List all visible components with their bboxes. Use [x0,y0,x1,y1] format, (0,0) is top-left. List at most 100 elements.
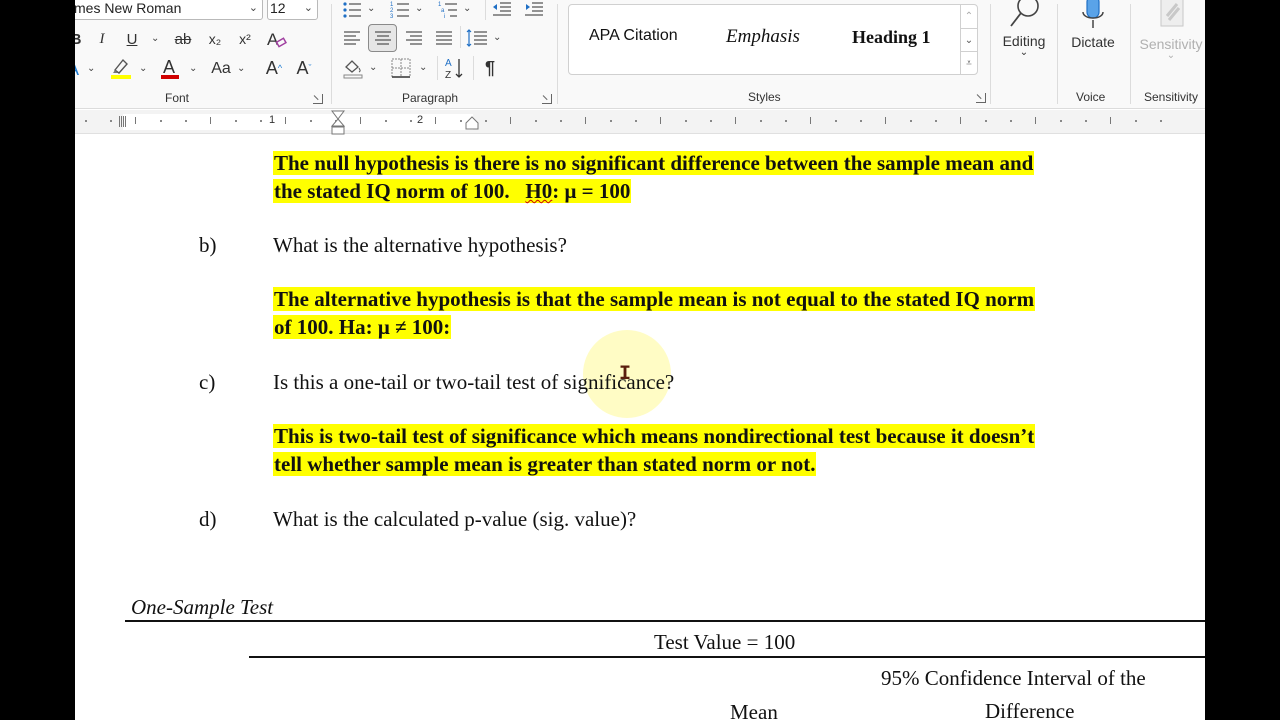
multilevel-list-button[interactable]: 1ai [437,0,459,22]
microphone-icon [1082,0,1104,28]
ruler-tick [535,120,537,122]
right-indent-marker[interactable] [465,116,479,130]
chevron-down-icon[interactable]: ⌄ [189,63,197,74]
align-left-button[interactable] [341,25,363,51]
decrease-indent-button[interactable] [491,0,513,22]
borders-button[interactable] [389,55,413,81]
numbering-button[interactable]: 123 [389,0,411,22]
chevron-down-icon[interactable]: ⌄ [419,62,427,73]
spelling-error[interactable]: H0 [525,179,552,203]
justify-button[interactable] [433,25,455,51]
ruler-number: 2 [417,114,424,126]
font-size-value: 12 [270,0,286,16]
left-margin-marker[interactable] [119,116,126,127]
right-indent-icon [465,116,479,130]
clear-formatting-icon: A [267,30,287,49]
ruler-tick [735,117,736,124]
shrink-font-button[interactable]: Aˇ [293,55,315,81]
strikethrough-button[interactable]: ab [172,26,194,52]
shading-button[interactable] [341,55,365,81]
dictate-button[interactable]: Dictate [1063,0,1123,50]
answer-a-line2: the stated IQ norm of 100. H0: μ = 100 [273,179,632,203]
subscript-button[interactable]: x₂ [205,26,225,52]
chevron-down-icon[interactable]: ⌄ [463,3,471,14]
text-effects-button[interactable]: A [75,56,79,82]
ruler-tick [210,117,211,124]
ruler-tick [310,120,312,122]
highlight-button[interactable] [109,55,133,81]
chevron-down-icon[interactable]: ⌄ [139,63,147,74]
sort-button[interactable]: AZ [443,55,467,81]
answer-c[interactable]: This is two-tail test of significance wh… [273,422,1036,478]
voice-group-label: Voice [1076,90,1106,104]
ruler-tick [235,120,237,122]
font-name-value: mes New Roman [75,0,182,16]
chevron-down-icon[interactable]: ⌄ [151,33,159,44]
increase-indent-button[interactable] [523,0,545,22]
question-b-label: b) [199,233,217,257]
align-center-button[interactable] [368,24,397,52]
paragraph-dialog-launcher[interactable] [542,94,552,104]
ruler-tick [960,117,961,124]
ruler-tick [110,120,112,122]
shading-icon [343,60,363,79]
style-emphasis[interactable]: Emphasis [726,26,800,48]
font-group: mes New Roman ⌄ 12 ⌄ B I U ⌄ ab x₂ x² A … [75,0,329,109]
ruler-tick [910,120,912,122]
bullets-icon [343,2,361,18]
font-color-button[interactable]: A [159,55,181,81]
italic-button[interactable]: I [93,26,111,52]
group-separator [990,4,991,104]
answer-b[interactable]: The alternative hypothesis is that the s… [273,285,1036,341]
chevron-down-icon[interactable]: ⌄ [415,3,423,14]
ruler-tick [985,120,987,122]
font-color-icon: A [161,57,179,79]
style-apa-citation[interactable]: APA Citation [589,27,678,45]
underline-button[interactable]: U [123,26,141,52]
style-heading-1[interactable]: Heading 1 [852,27,931,48]
styles-gallery: APA Citation Emphasis Heading 1 ⌃ ⌄ ⩡ [568,4,978,75]
gallery-expand[interactable]: ⩡ [960,51,977,75]
chevron-down-icon[interactable]: ⌄ [237,63,245,74]
horizontal-ruler[interactable]: 1 2 [75,110,1205,135]
question-c-label: c) [199,370,216,394]
increase-indent-icon [525,2,543,16]
bold-button[interactable]: B [75,26,83,52]
chevron-down-icon[interactable]: ⌄ [87,63,95,74]
chevron-down-icon[interactable]: ⌄ [367,3,375,14]
answer-a-line2-text: the stated IQ norm of 100. [274,179,526,203]
chevron-down-icon[interactable]: ⌄ [493,32,501,43]
font-size-select[interactable]: 12 ⌄ [267,0,318,20]
sensitivity-icon [1160,0,1184,27]
chevron-down-icon[interactable]: ⌄ [369,62,377,73]
column-header-ci-cont: Difference [985,699,1075,720]
change-case-button[interactable]: Aa [209,56,233,82]
grow-font-button[interactable]: A ^ [263,55,285,81]
group-separator [485,0,486,20]
show-formatting-button[interactable]: ¶ [479,55,501,81]
multilevel-list-icon: 1ai [438,2,457,18]
indent-marker[interactable] [330,110,346,135]
answer-a[interactable]: The null hypothesis is there is no signi… [273,149,1035,205]
document-page[interactable]: The null hypothesis is there is no signi… [75,135,1205,720]
editing-button[interactable]: Editing ⌄ [993,0,1055,58]
gallery-scroll-down[interactable]: ⌄ [960,28,977,51]
superscript-button[interactable]: x² [235,26,255,52]
clear-formatting-button[interactable]: A [265,26,289,52]
gallery-scroll-up[interactable]: ⌃ [960,5,977,28]
sensitivity-button[interactable]: Sensitivity ⌄ [1135,0,1205,61]
column-header-mean: Mean [730,700,778,720]
ruler-tick [1110,117,1111,124]
line-spacing-button[interactable] [465,25,489,51]
bullets-button[interactable] [341,0,363,22]
answer-b-line2: of 100. Ha: μ ≠ 100: [273,315,452,339]
styles-dialog-launcher[interactable] [976,93,986,103]
align-right-button[interactable] [403,25,425,51]
question-d-text: What is the calculated p-value (sig. val… [273,507,637,531]
font-name-select[interactable]: mes New Roman ⌄ [75,0,263,20]
font-dialog-launcher[interactable] [313,94,323,104]
svg-text:A: A [163,57,175,77]
paragraph-group-label: Paragraph [402,91,459,105]
ruler-tick [510,117,511,124]
table-header-rule [249,656,1205,658]
